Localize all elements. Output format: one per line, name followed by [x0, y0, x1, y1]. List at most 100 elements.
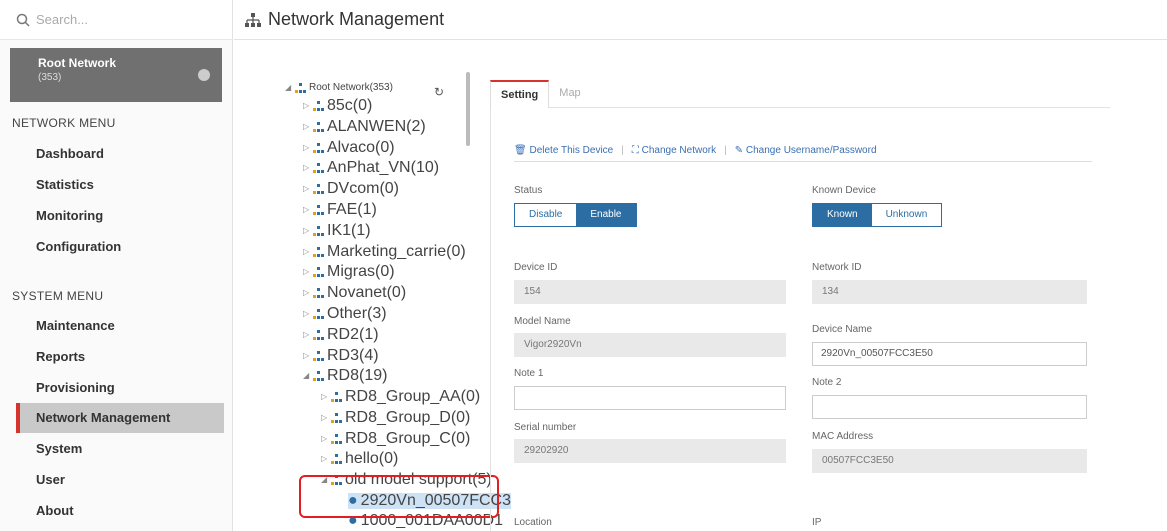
expand-icon[interactable]: ◢ — [285, 80, 295, 96]
expand-icon[interactable]: ▷ — [321, 389, 331, 405]
menu-item-reports[interactable]: Reports — [16, 342, 224, 372]
expand-icon[interactable]: ▷ — [303, 306, 313, 322]
menu-item-maintenance[interactable]: Maintenance — [16, 311, 224, 341]
note2-label: Note 2 — [812, 377, 842, 388]
menu-item-network-management[interactable]: Network Management — [16, 403, 224, 433]
tree-node[interactable]: ▷ Marketing_carrie(0) — [303, 243, 466, 260]
expand-icon[interactable]: ▷ — [303, 160, 313, 176]
search-bar[interactable]: Search... — [0, 0, 232, 40]
tree-node[interactable]: ▷ RD2(1) — [303, 326, 379, 343]
device-id-field: 154 — [514, 280, 786, 304]
tree-node-child[interactable]: ▷ hello(0) — [321, 451, 398, 467]
system-menu-title: SYSTEM MENU — [12, 289, 104, 303]
known-option[interactable]: Known — [813, 204, 872, 226]
expand-icon[interactable]: ▷ — [303, 181, 313, 197]
menu-item-provisioning[interactable]: Provisioning — [16, 373, 224, 403]
expand-icon[interactable]: ▷ — [303, 244, 313, 260]
expand-icon[interactable]: ▷ — [303, 264, 313, 280]
divider: | — [621, 145, 624, 156]
tree-node[interactable]: ▷ Migras(0) — [303, 264, 395, 280]
tree-node-label: RD8_Group_AA(0) — [345, 388, 481, 405]
tree-node-child[interactable]: ▷ RD8_Group_C(0) — [321, 430, 470, 447]
tab-setting[interactable]: Setting — [490, 80, 550, 108]
network-menu-title: NETWORK MENU — [12, 116, 116, 130]
root-network-count: (353) — [38, 72, 62, 83]
unknown-option[interactable]: Unknown — [872, 204, 942, 226]
expand-icon[interactable]: ▷ — [303, 223, 313, 239]
tree-node-label: FAE(1) — [327, 201, 377, 218]
expand-icon[interactable]: ▷ — [321, 451, 331, 467]
location-label: Location — [514, 517, 552, 528]
tree-node[interactable]: ▷ Alvaco(0) — [303, 138, 395, 156]
root-network-title: Root Network — [38, 56, 116, 70]
expand-icon[interactable]: ▷ — [303, 140, 313, 156]
tree-node-label: Alvaco(0) — [327, 138, 395, 156]
expand-icon[interactable]: ▷ — [321, 410, 331, 426]
search-icon — [16, 13, 30, 27]
tree-node[interactable]: ▷ IK1(1) — [303, 221, 371, 239]
change-credentials-link[interactable]: ✎ Change Username/Password — [735, 145, 877, 156]
known-device-label: Known Device — [812, 185, 876, 196]
tab-map[interactable]: Map — [549, 80, 590, 108]
tree-node-child[interactable]: ▷ RD8_Group_D(0) — [321, 409, 470, 426]
tree-node[interactable]: ▷ DVcom(0) — [303, 181, 399, 197]
chevron-down-icon[interactable] — [198, 69, 210, 81]
device-name-input[interactable]: 2920Vn_00507FCC3E50 — [812, 342, 1087, 366]
network-node-icon — [313, 267, 324, 278]
page-header: Network Management — [234, 0, 1167, 40]
selected-device-highlight — [299, 475, 499, 518]
tree-node[interactable]: ◢ RD8(19) — [303, 368, 387, 384]
network-node-icon — [331, 454, 342, 465]
expand-icon[interactable]: ▷ — [321, 431, 331, 447]
tree-node[interactable]: ▷ Other(3) — [303, 306, 387, 322]
menu-item-about[interactable]: About — [16, 496, 224, 526]
menu-item-dashboard[interactable]: Dashboard — [16, 139, 224, 169]
network-node-icon — [313, 121, 324, 132]
tree-node[interactable]: ▷ ALANWEN(2) — [303, 118, 426, 135]
device-id-label: Device ID — [514, 262, 558, 273]
expand-icon[interactable]: ▷ — [303, 119, 313, 135]
refresh-icon[interactable]: ↻ — [434, 85, 444, 99]
tree-node[interactable]: ▷ RD3(4) — [303, 347, 379, 364]
model-name-label: Model Name — [514, 316, 571, 327]
menu-item-user[interactable]: User — [16, 465, 224, 495]
tree-node-label: DVcom(0) — [327, 180, 400, 198]
serial-number-field: 29202920 — [514, 439, 786, 463]
tree-scrollbar[interactable] — [466, 72, 470, 146]
collapse-icon[interactable]: ◢ — [303, 368, 313, 384]
network-node-icon — [313, 350, 324, 361]
tree-node[interactable]: ▷ FAE(1) — [303, 202, 377, 218]
tree-node[interactable]: ▷ AnPhat_VN(10) — [303, 160, 439, 176]
network-node-icon — [313, 163, 324, 174]
enable-option[interactable]: Enable — [576, 204, 636, 226]
expand-icon[interactable]: ▷ — [303, 348, 313, 364]
tree-node[interactable]: ▷ Novanet(0) — [303, 285, 406, 301]
note1-input[interactable] — [514, 386, 786, 410]
tree-root-label: Root Network(353) — [309, 82, 393, 93]
menu-item-system[interactable]: System — [16, 434, 224, 464]
tree-root[interactable]: ◢ Root Network(353) — [285, 80, 393, 96]
tree-node-label: 85c(0) — [327, 97, 373, 114]
menu-item-statistics[interactable]: Statistics — [16, 170, 224, 200]
tree-node[interactable]: ▷ 85c(0) — [303, 98, 372, 114]
status-toggle[interactable]: Disable Enable — [514, 203, 637, 227]
search-input[interactable]: Search... — [36, 12, 88, 27]
known-device-toggle[interactable]: Known Unknown — [812, 203, 943, 227]
expand-icon[interactable]: ▷ — [303, 98, 313, 114]
expand-icon[interactable]: ▷ — [303, 202, 313, 218]
root-network-selector[interactable]: Root Network (353) — [10, 48, 222, 102]
tree-node-label: IK1(1) — [327, 221, 371, 239]
note2-input[interactable] — [812, 395, 1087, 419]
delete-device-link[interactable]: 🗑 Delete This Device — [514, 145, 613, 156]
change-network-link[interactable]: ⛶ Change Network — [632, 145, 716, 156]
model-name-field: Vigor2920Vn — [514, 333, 786, 357]
expand-icon[interactable]: ▷ — [303, 327, 313, 343]
tree-node-child[interactable]: ▷ RD8_Group_AA(0) — [321, 389, 480, 405]
expand-icon[interactable]: ▷ — [303, 285, 313, 301]
network-node-icon — [313, 329, 324, 340]
menu-item-monitoring[interactable]: Monitoring — [16, 201, 224, 231]
disable-option[interactable]: Disable — [515, 204, 576, 226]
device-actions: 🗑 Delete This Device | ⛶ Change Network … — [514, 140, 1092, 162]
menu-item-configuration[interactable]: Configuration — [16, 232, 224, 262]
network-node-icon — [313, 142, 324, 153]
